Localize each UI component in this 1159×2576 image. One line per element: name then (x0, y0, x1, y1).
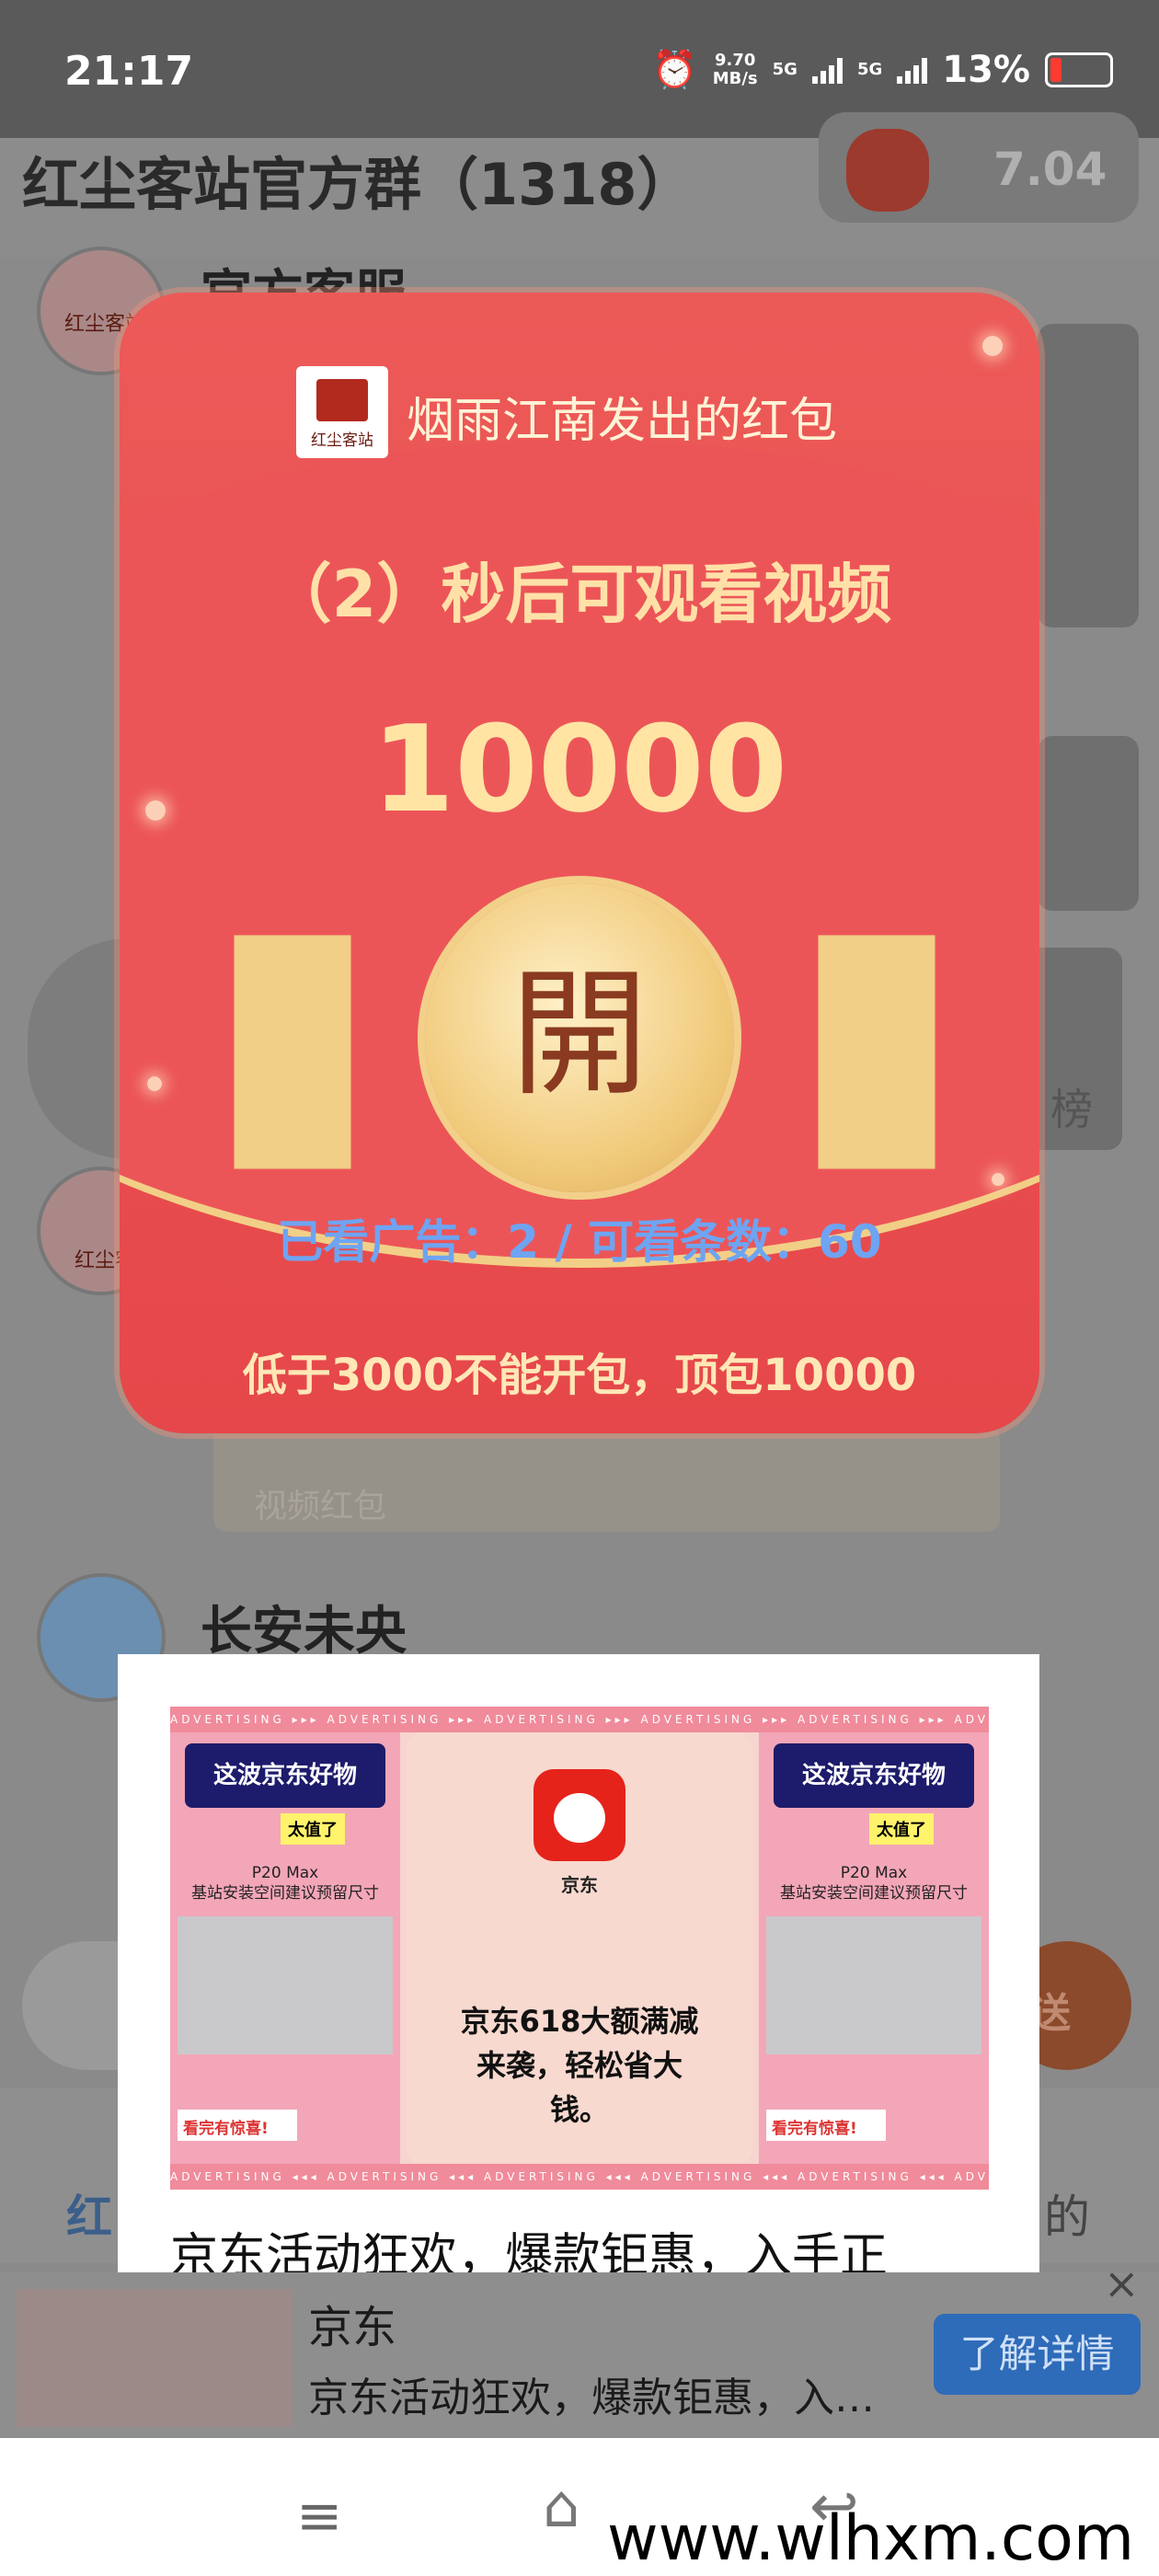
sender-logo: 红尘客站 (296, 366, 388, 458)
side-banner[interactable] (1038, 736, 1139, 911)
sparkle-icon (147, 1076, 162, 1091)
menu-icon[interactable]: ≡ (296, 2484, 342, 2548)
ad-center-panel: 京东 京东618大额满减来袭，轻松省大钱。 (407, 1732, 752, 2165)
close-icon[interactable]: × (1104, 2259, 1140, 2308)
sparkle-icon (992, 1173, 1004, 1186)
message-bubble[interactable]: 视频红包 (213, 1426, 1000, 1532)
side-banner[interactable] (1038, 324, 1139, 627)
ad-brand: 京东 (561, 1874, 598, 1896)
banner-description: 京东活动狂欢，爆款钜惠，入… (308, 2375, 875, 2421)
battery-icon (1045, 52, 1113, 87)
packet-amount: 10000 (371, 699, 788, 839)
ad-quote: 京东618大额满减来袭，轻松省大钱。 (460, 2004, 699, 2127)
net-speed: 9.70 MB/s (712, 50, 758, 88)
tab-mine[interactable]: 的 (1044, 2180, 1090, 2247)
status-icons: ⏰ 9.70 MB/s 5G 5G 13% (652, 48, 1113, 91)
packet-rule: 低于3000不能开包，顶包10000 (242, 1350, 917, 1401)
sender-text: 烟雨江南发出的红包 (407, 394, 838, 449)
battery-percent: 13% (942, 48, 1030, 91)
balance-value: 7.04 (993, 143, 1107, 196)
ad-strip: ADVERTISING ◂◂◂ ADVERTISING ◂◂◂ ADVERTIS… (170, 2164, 989, 2190)
status-time: 21:17 (64, 48, 194, 95)
ad-image[interactable]: ADVERTISING ▸▸▸ ADVERTISING ▸▸▸ ADVERTIS… (170, 1707, 989, 2190)
sparkle-icon (982, 336, 1003, 356)
signal-icon (811, 56, 843, 84)
ad-watch-stats: 已看广告：2 / 可看条数：60 (277, 1215, 882, 1269)
ad-panel-left: 这波京东好物 太值了 P20 Max 基站安装空间建议预留尺寸 看完有惊喜! (170, 1732, 400, 2165)
countdown-text: （2）秒后可观看视频 (267, 557, 892, 632)
signal-icon (897, 56, 928, 84)
chat-title: 红尘客站官方群（1318） (22, 151, 694, 218)
jd-logo-icon (534, 1769, 625, 1861)
ad-strip: ADVERTISING ▸▸▸ ADVERTISING ▸▸▸ ADVERTIS… (170, 1707, 989, 1732)
sim2-label: 5G (856, 59, 883, 79)
sim1-label: 5G (772, 59, 798, 79)
learn-more-button[interactable]: 了解详情 (934, 2314, 1141, 2395)
tab-red[interactable]: 红 (66, 2180, 112, 2247)
money-bag-icon (846, 129, 929, 212)
alarm-icon: ⏰ (651, 49, 698, 91)
banner-title: 京东 (308, 2302, 397, 2353)
watermark-text: www.wlhxm.com (607, 2502, 1135, 2575)
home-icon[interactable]: ⌂ (543, 2473, 580, 2541)
ad-panel-right: 这波京东好物 太值了 P20 Max 基站安装空间建议预留尺寸 看完有惊喜! (759, 1732, 989, 2165)
open-button-label[interactable]: 開 (425, 957, 734, 1113)
member-name: 长安未央 (201, 1602, 407, 1662)
banner-thumbnail[interactable] (17, 2289, 293, 2427)
